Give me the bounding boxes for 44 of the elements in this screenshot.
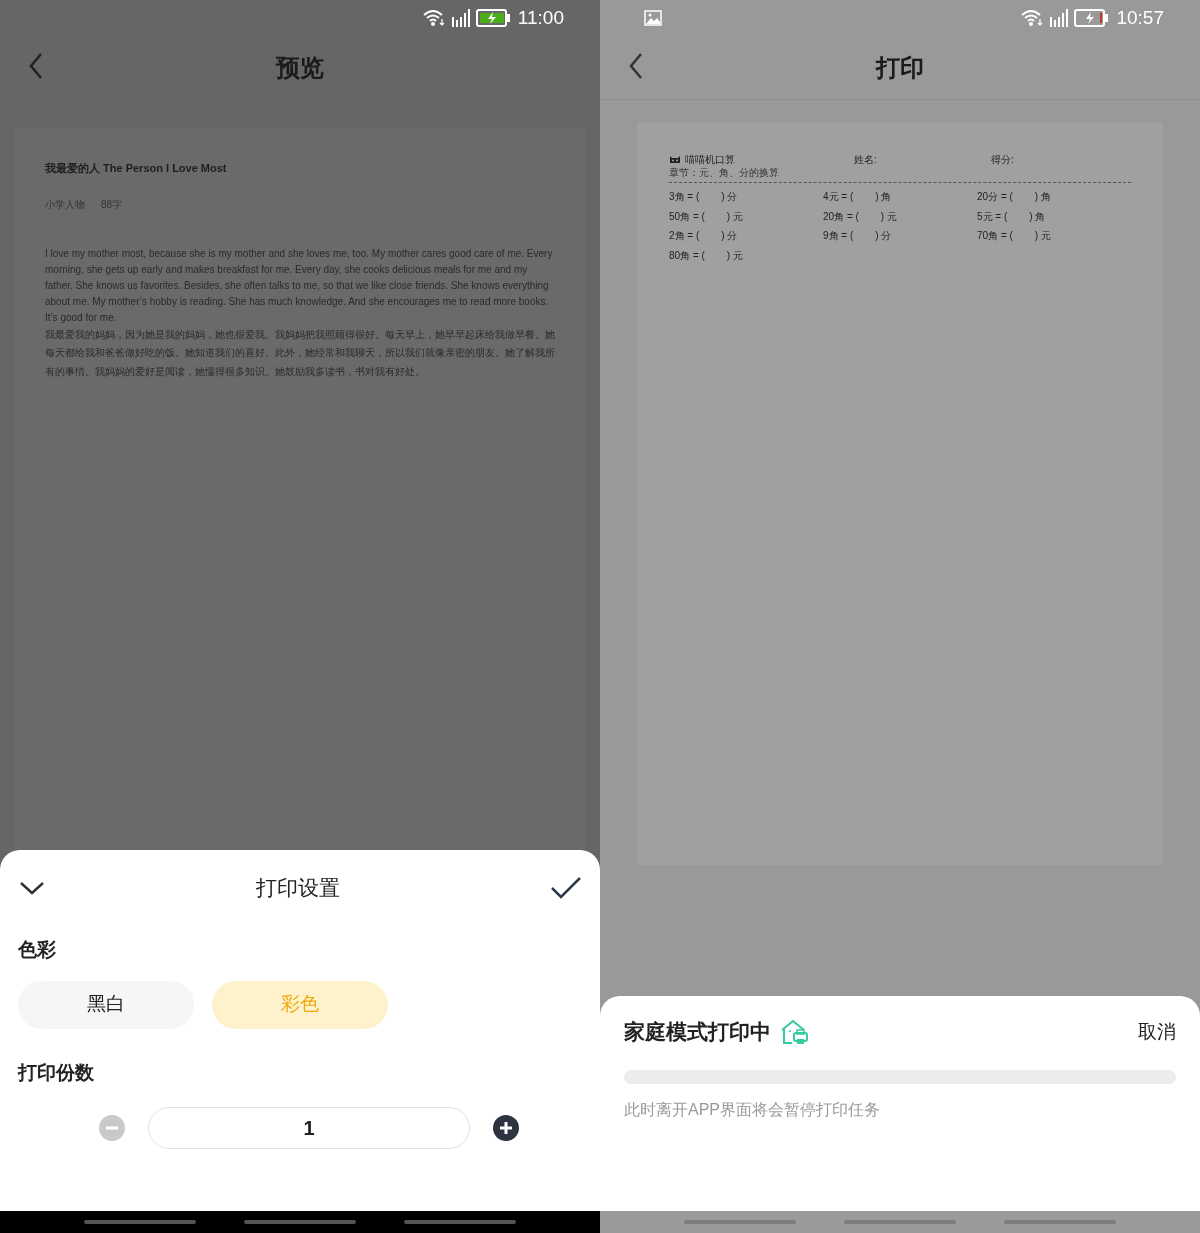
math-problem: 3角 = ( ) 分	[669, 190, 739, 205]
battery-icon	[475, 9, 510, 27]
nav-handle[interactable]	[84, 1220, 196, 1224]
math-problem: 70角 = ( ) 元	[977, 229, 1052, 244]
signal-icon	[1048, 8, 1071, 28]
collapse-chevron-icon[interactable]	[18, 880, 46, 896]
nav-handle[interactable]	[244, 1220, 356, 1224]
back-icon[interactable]	[628, 52, 644, 80]
copies-label: 打印份数	[18, 1060, 95, 1085]
wifi-icon	[1020, 9, 1045, 27]
cat-logo-icon	[669, 155, 681, 164]
page-title: 打印	[876, 52, 924, 83]
math-problem: 20分 = ( ) 角	[977, 190, 1052, 205]
sheet-title: 打印设置	[256, 875, 340, 902]
math-problem: 50角 = ( ) 元	[669, 209, 744, 224]
math-problem: 20角 = ( ) 元	[823, 209, 898, 224]
color-option[interactable]: 黑白	[18, 980, 194, 1029]
home-printer-icon	[779, 1017, 809, 1046]
cancel-button[interactable]: 取消	[1138, 1017, 1176, 1046]
sheet-title: 家庭模式打印中	[624, 1019, 771, 1045]
name-label: 姓名:	[854, 153, 878, 167]
math-problem: 80角 = ( ) 元	[669, 248, 744, 263]
math-problem: 9角 = ( ) 分	[823, 229, 893, 244]
math-problem: 5元 = ( ) 角	[977, 209, 1047, 224]
signal-icon	[449, 8, 472, 28]
worksheet-brand: 喵喵机口算	[685, 153, 735, 167]
image-icon	[644, 10, 662, 26]
document-title: 我最爱的人 The Person I Love Most	[45, 161, 228, 176]
wifi-icon	[421, 9, 446, 27]
check-icon[interactable]	[550, 876, 582, 900]
minus-icon[interactable]	[98, 1114, 126, 1142]
status-time: 11:00	[517, 5, 564, 30]
status-time: 10:57	[1116, 5, 1164, 30]
page-title: 预览	[276, 53, 324, 83]
back-icon[interactable]	[28, 52, 44, 80]
math-problem: 2角 = ( ) 分	[669, 229, 739, 244]
math-problem: 4元 = ( ) 角	[823, 190, 893, 205]
plus-icon[interactable]	[492, 1114, 520, 1142]
battery-icon	[1074, 9, 1109, 27]
worksheet-chapter: 章节：元、角、分的换算	[669, 167, 780, 179]
score-label: 得分:	[991, 153, 1014, 167]
warning-note: 此时离开APP界面将会暂停打印任务	[624, 1099, 881, 1120]
color-label: 色彩	[18, 938, 57, 962]
nav-handle[interactable]	[404, 1220, 516, 1224]
